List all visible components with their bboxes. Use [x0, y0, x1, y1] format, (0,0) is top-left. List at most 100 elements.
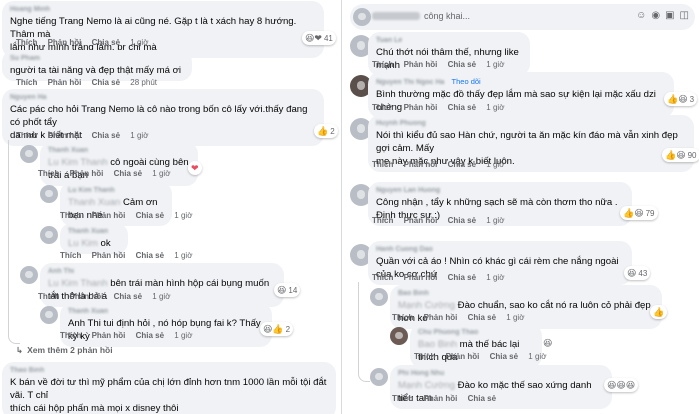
share-button[interactable]: Chia sẻ [448, 160, 476, 169]
reply-button[interactable]: Phản hồi [48, 78, 82, 87]
reply-button[interactable]: Phản hồi [92, 211, 126, 220]
share-button[interactable]: Chia sẻ [92, 38, 120, 47]
share-button[interactable]: Chia sẻ [448, 273, 476, 282]
comment-time[interactable]: 1 giờ [486, 216, 504, 225]
like-button[interactable]: Thích [372, 103, 393, 112]
comment-author[interactable]: Hoang Minh [10, 4, 316, 15]
reply-button[interactable]: Phản hồi [92, 331, 126, 340]
like-button[interactable]: Thích [16, 38, 37, 47]
share-button[interactable]: Chia sẻ [468, 394, 496, 403]
reaction-summary[interactable]: 😆😆😆 [604, 378, 639, 392]
reply-button[interactable]: Phản hồi [404, 273, 438, 282]
reply-time[interactable]: 1 giờ [506, 313, 524, 322]
reply-button[interactable]: Phản hồi [404, 60, 438, 69]
like-button[interactable]: Thích [38, 169, 59, 178]
avatar[interactable] [40, 226, 58, 244]
share-button[interactable]: Chia sẻ [136, 211, 164, 220]
like-button[interactable]: Thích [60, 331, 81, 340]
share-button[interactable]: Chia sẻ [136, 331, 164, 340]
like-button[interactable]: Thích [372, 160, 393, 169]
reaction-summary[interactable]: 😆 14 [274, 283, 301, 297]
like-button[interactable]: Thích [372, 60, 393, 69]
reply-time[interactable]: 1 giờ [528, 352, 546, 361]
reply-author[interactable]: Phi Hong Nhu [398, 368, 604, 379]
reply-button[interactable]: Phản hồi [424, 313, 458, 322]
reply-author[interactable]: Bao Binh [398, 288, 654, 299]
comment-author[interactable]: Nguyen Thi Ngoc Ha [376, 77, 444, 88]
comment-time[interactable]: 1 giờ [486, 160, 504, 169]
reply-time[interactable]: 1 giờ [152, 169, 170, 178]
follow-badge[interactable]: Theo dõi [452, 77, 481, 86]
reply-time[interactable]: 1 giờ [174, 211, 192, 220]
share-button[interactable]: Chia sẻ [490, 352, 518, 361]
reply-button[interactable]: Phản hồi [70, 169, 104, 178]
reaction-summary[interactable]: 👍😆 90 [662, 148, 699, 162]
share-button[interactable]: Chia sẻ [448, 60, 476, 69]
like-button[interactable]: Thích [16, 131, 37, 140]
avatar[interactable] [40, 185, 58, 203]
comment-time[interactable]: 28 phút [130, 78, 157, 87]
avatar[interactable] [353, 8, 371, 26]
comment-time[interactable]: 1 giờ [130, 38, 148, 47]
reaction-summary[interactable]: 😆❤ 41 [302, 31, 336, 45]
share-button[interactable]: Chia sẻ [448, 103, 476, 112]
share-button[interactable]: Chia sẻ [468, 313, 496, 322]
reply-author[interactable]: Thanh Xuan [68, 226, 120, 237]
reaction-summary[interactable]: 👍 [650, 305, 668, 319]
comment-author[interactable]: Su Pham [10, 53, 184, 64]
like-button[interactable]: Thích [414, 352, 435, 361]
comment-author[interactable]: Hanh Cuong Dao [376, 244, 624, 255]
reply-button[interactable]: Phản hồi [424, 394, 458, 403]
reply-button[interactable]: Phản hồi [48, 38, 82, 47]
avatar[interactable] [370, 288, 388, 306]
reply-button[interactable]: Phản hồi [446, 352, 480, 361]
reaction-summary[interactable]: 👍😆 3 [664, 92, 698, 106]
avatar[interactable] [20, 266, 38, 284]
comment-time[interactable]: 1 giờ [486, 273, 504, 282]
reply-button[interactable]: Phản hồi [48, 131, 82, 140]
comment-author[interactable]: Tuan Le [376, 35, 522, 46]
reply-button[interactable]: Phản hồi [70, 292, 104, 301]
reply-button[interactable]: Phản hồi [92, 251, 126, 260]
like-button[interactable]: Thích [372, 273, 393, 282]
share-button[interactable]: Chia sẻ [92, 78, 120, 87]
reply-author[interactable]: Chu Phuong Thao [418, 327, 534, 338]
avatar[interactable] [370, 368, 388, 386]
reaction-summary[interactable]: 😆 43 [624, 266, 651, 280]
reply-time[interactable]: 1 giờ [174, 251, 192, 260]
reply-time[interactable]: 1 giờ [152, 292, 170, 301]
like-button[interactable]: Thích [16, 78, 37, 87]
reply-author[interactable]: Thanh Xuan [68, 306, 264, 317]
reaction-summary[interactable]: 👍😆 79 [620, 206, 658, 220]
like-button[interactable]: Thích [60, 251, 81, 260]
like-button[interactable]: Thích [392, 313, 413, 322]
view-more-replies-link[interactable]: ↳ Xem thêm 2 phản hồi [16, 345, 113, 356]
reply-author[interactable]: Lu Kim Thanh [68, 185, 164, 196]
share-button[interactable]: Chia sẻ [92, 131, 120, 140]
avatar[interactable] [20, 145, 38, 163]
reply-author[interactable]: Anh Thi [48, 266, 276, 277]
comment-author[interactable]: Nguyen Lan Huong [376, 185, 624, 196]
comment-time[interactable]: 1 giờ [486, 60, 504, 69]
share-button[interactable]: Chia sẻ [136, 251, 164, 260]
comment-time[interactable]: 1 giờ [130, 131, 148, 140]
reply-button[interactable]: Phản hồi [404, 216, 438, 225]
like-button[interactable]: Thích [38, 292, 59, 301]
comment-time[interactable]: 1 giờ [486, 103, 504, 112]
avatar[interactable] [390, 327, 408, 345]
like-button[interactable]: Thích [372, 216, 393, 225]
share-button[interactable]: Chia sẻ [114, 169, 142, 178]
share-button[interactable]: Chia sẻ [114, 292, 142, 301]
avatar[interactable] [40, 306, 58, 324]
like-button[interactable]: Thích [392, 394, 413, 403]
share-button[interactable]: Chia sẻ [448, 216, 476, 225]
smiley-icon[interactable]: ☺ [636, 10, 646, 21]
reaction-summary[interactable]: ❤ [188, 161, 202, 175]
sticker-icon[interactable]: ◫ [680, 10, 689, 21]
reply-author[interactable]: Thanh Xuan [48, 145, 190, 156]
comment-author[interactable]: Nguyen Ha [10, 92, 316, 103]
reaction-summary[interactable]: 😆👍 2 [260, 322, 294, 336]
camera-icon[interactable]: ◉ [651, 10, 660, 21]
like-button[interactable]: Thích [60, 211, 81, 220]
comment-author[interactable]: Huynh Phuong [376, 118, 686, 129]
